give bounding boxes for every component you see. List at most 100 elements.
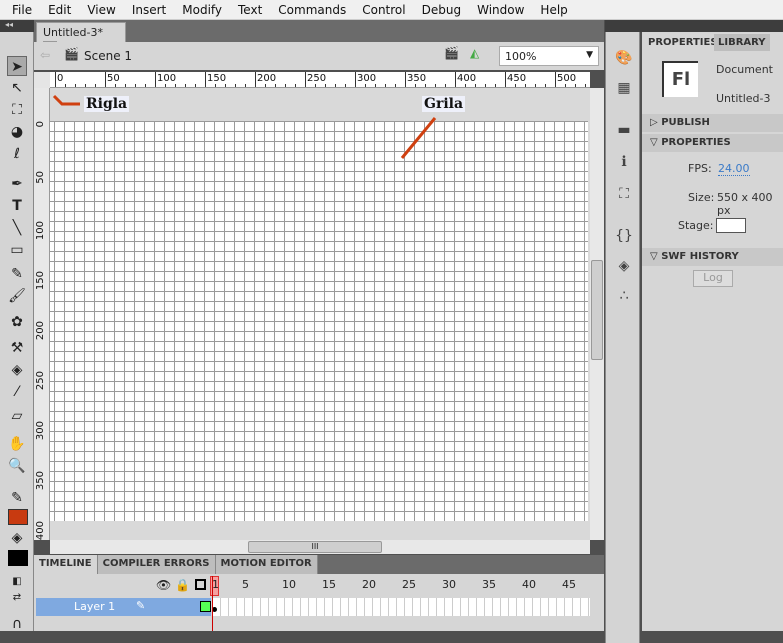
- tab-motion-editor[interactable]: MOTION EDITOR: [215, 555, 318, 574]
- menu-window[interactable]: Window: [469, 3, 532, 17]
- triangle-right-icon: ▷: [650, 117, 658, 128]
- ruler-tick: [295, 84, 296, 87]
- menu-file[interactable]: File: [4, 3, 40, 17]
- vertical-scrollbar[interactable]: [590, 88, 604, 540]
- line-tool-icon[interactable]: ╲: [7, 218, 27, 238]
- stage-color-swatch[interactable]: [716, 218, 746, 233]
- lasso-tool-icon[interactable]: ℓ: [7, 144, 27, 164]
- horizontal-scroll-thumb[interactable]: III: [248, 541, 382, 553]
- ruler-label: 400: [35, 521, 46, 540]
- pencil-tool-icon[interactable]: ✎: [7, 264, 27, 284]
- panel-collapse-bar[interactable]: [605, 20, 783, 32]
- menu-text[interactable]: Text: [230, 3, 270, 17]
- tab-compiler-errors[interactable]: COMPILER ERRORS: [97, 555, 216, 574]
- vertical-scroll-thumb[interactable]: [591, 260, 603, 360]
- menu-debug[interactable]: Debug: [414, 3, 469, 17]
- fill-color-icon[interactable]: ◈: [7, 528, 27, 548]
- scene-label[interactable]: Scene 1: [84, 49, 132, 63]
- ruler-tick: [115, 84, 116, 87]
- horizontal-scrollbar[interactable]: III: [50, 540, 590, 554]
- menu-control[interactable]: Control: [354, 3, 413, 17]
- layer-color-icon[interactable]: [200, 601, 211, 612]
- ruler-tick: [535, 84, 536, 87]
- 3d-rotation-tool-icon[interactable]: ◕: [7, 122, 27, 142]
- ruler-tick: [225, 84, 226, 87]
- menu-view[interactable]: View: [79, 3, 123, 17]
- hand-tool-icon[interactable]: ✋: [7, 434, 27, 454]
- bone-tool-icon[interactable]: ⚒: [7, 338, 27, 358]
- frame-number: 1: [212, 578, 219, 591]
- tab-timeline[interactable]: TIMELINE: [34, 555, 98, 574]
- rectangle-tool-icon[interactable]: ▭: [7, 240, 27, 260]
- eye-icon[interactable]: 👁: [156, 578, 171, 592]
- pen-tool-icon[interactable]: ✒: [7, 174, 27, 194]
- menu-commands[interactable]: Commands: [270, 3, 354, 17]
- swap-colors-icon[interactable]: ⇄: [7, 588, 27, 608]
- ruler-tick: [545, 84, 546, 87]
- swf-history-section[interactable]: ▽ SWF HISTORY: [642, 248, 783, 266]
- selection-tool-icon[interactable]: ➤: [7, 56, 27, 76]
- menu-modify[interactable]: Modify: [174, 3, 230, 17]
- zoom-select[interactable]: 100% ▼: [499, 46, 599, 66]
- edit-symbols-icon[interactable]: ◭: [470, 46, 479, 60]
- ruler-tick: [315, 84, 316, 87]
- log-button[interactable]: Log: [693, 270, 733, 287]
- eraser-icon[interactable]: ▱: [7, 406, 27, 426]
- stage-label: Stage:: [678, 219, 714, 232]
- tab-library[interactable]: LIBRARY: [714, 34, 770, 51]
- deco-tool-icon[interactable]: ✿: [7, 312, 27, 332]
- info-icon[interactable]: ℹ: [615, 154, 633, 172]
- swf-history-label: SWF HISTORY: [661, 251, 739, 262]
- ruler-tick: [325, 84, 326, 87]
- motion-presets-icon[interactable]: ∴: [615, 288, 633, 306]
- paint-bucket-icon[interactable]: ◈: [7, 360, 27, 380]
- properties-section[interactable]: ▽ PROPERTIES: [642, 134, 783, 152]
- components-icon[interactable]: ◈: [615, 258, 633, 276]
- outline-icon[interactable]: [195, 579, 206, 590]
- menu-edit[interactable]: Edit: [40, 3, 79, 17]
- publish-section[interactable]: ▷ PUBLISH: [642, 114, 783, 132]
- frame-cells[interactable]: [212, 598, 590, 616]
- actions-icon[interactable]: {}: [615, 228, 633, 246]
- edit-scene-icon[interactable]: 🎬: [444, 46, 459, 60]
- ruler-tick: [365, 84, 366, 87]
- ruler-tick: [355, 72, 356, 87]
- fps-value[interactable]: 24.00: [718, 162, 750, 176]
- document-name: Untitled-3: [716, 92, 771, 105]
- stroke-color-swatch[interactable]: [8, 509, 28, 525]
- ruler-label: 300: [35, 421, 46, 441]
- align-icon[interactable]: ▬: [615, 122, 633, 140]
- ruler-arrow: [52, 94, 80, 106]
- zoom-tool-icon[interactable]: 🔍: [7, 456, 27, 476]
- menu-insert[interactable]: Insert: [124, 3, 174, 17]
- fill-color-swatch[interactable]: [8, 550, 28, 566]
- fps-label: FPS:: [688, 162, 712, 175]
- document-tab-label: Untitled-3*: [43, 26, 103, 39]
- document-tab[interactable]: Untitled-3* ✕: [36, 22, 126, 53]
- ruler-tick: [495, 84, 496, 87]
- text-tool-icon[interactable]: T: [7, 196, 27, 216]
- ruler-tick: [405, 72, 406, 87]
- ruler-tick: [415, 84, 416, 87]
- back-arrow-icon[interactable]: ⇦: [40, 48, 50, 62]
- stroke-color-icon[interactable]: ✎: [7, 488, 27, 508]
- lock-icon[interactable]: 🔒: [175, 578, 190, 592]
- properties-label: PROPERTIES: [661, 137, 731, 148]
- timeline-header: 👁 🔒 1 5 10 15 20 25 30 35 40 45: [34, 574, 604, 596]
- layer-row[interactable]: Layer 1 ✎: [36, 598, 211, 616]
- pasteboard: Rigla Grila: [50, 88, 590, 540]
- menu-help[interactable]: Help: [532, 3, 575, 17]
- ruler-tick: [565, 84, 566, 87]
- free-transform-tool-icon[interactable]: ⛶: [7, 100, 27, 120]
- color-icon[interactable]: 🎨: [615, 50, 633, 68]
- tab-properties[interactable]: PROPERTIES: [644, 34, 722, 51]
- ruler-tick: [395, 84, 396, 87]
- brush-tool-icon[interactable]: 🖌: [7, 286, 27, 306]
- subselection-tool-icon[interactable]: ↖: [7, 78, 27, 98]
- swatches-icon[interactable]: ▦: [615, 80, 633, 98]
- tools-collapse-button[interactable]: ◂◂: [0, 20, 34, 32]
- eyedropper-icon[interactable]: ⁄: [7, 382, 27, 402]
- snap-to-objects-icon[interactable]: ∩: [7, 614, 27, 634]
- menu-bar: File Edit View Insert Modify Text Comman…: [0, 0, 783, 20]
- transform-icon[interactable]: ⛶: [615, 186, 633, 204]
